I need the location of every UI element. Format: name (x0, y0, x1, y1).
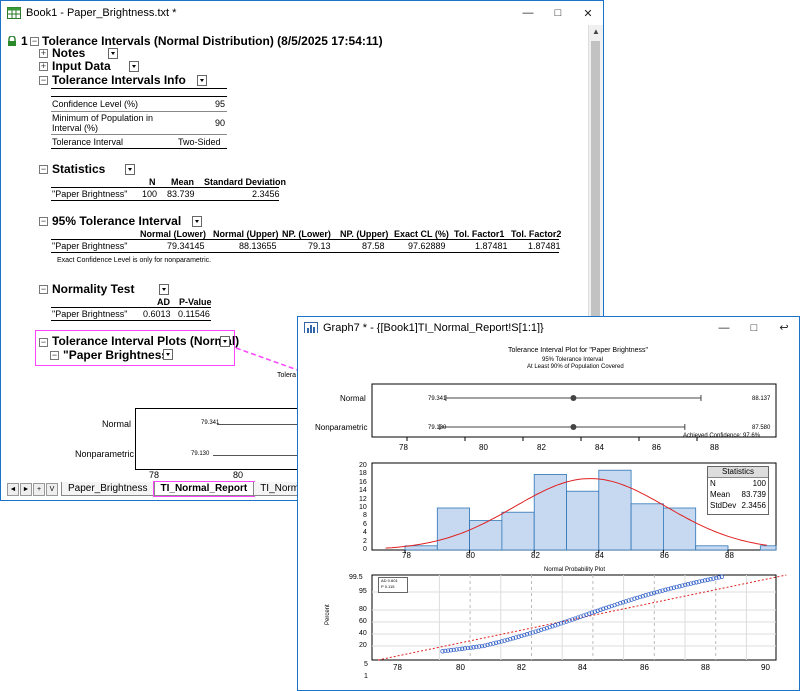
prob-plot-title: Normal Probability Plot (544, 567, 606, 573)
interval-right-label: 87.580 (752, 425, 771, 431)
hist-y-tick: 10 (359, 504, 367, 511)
prob-legend-p: P 0.115 (381, 584, 395, 589)
prob-legend-box[interactable]: AD 0.601 P 0.115 (378, 577, 408, 593)
hist-bar (695, 545, 729, 551)
hist-y-tick: 4 (363, 529, 367, 537)
interval-row-label: Nonparametric (315, 423, 368, 432)
interval-left-label: 79.341 (428, 396, 447, 402)
prob-x-tick: 80 (456, 663, 465, 672)
hist-x-tick: 88 (725, 551, 734, 560)
prob-x-tick: 88 (701, 663, 710, 672)
hist-y-tick: 0 (363, 546, 367, 553)
interval-x-tick: 88 (710, 443, 719, 452)
hist-x-tick: 84 (595, 551, 604, 560)
hist-x-tick: 78 (402, 551, 411, 560)
plot-subtitle-1: 95% Tolerance Interval (542, 357, 603, 363)
prob-x-tick: 90 (761, 663, 770, 672)
interval-x-tick: 86 (652, 443, 661, 452)
hist-bar (436, 507, 470, 551)
hist-bar (533, 473, 567, 551)
hist-bar (759, 545, 777, 551)
prob-x-tick: 84 (578, 663, 587, 672)
prob-y-tick: 20 (359, 642, 367, 649)
hist-x-tick: 86 (660, 551, 669, 560)
interval-left-label: 79.130 (428, 425, 447, 431)
hist-y-tick: 2 (363, 537, 367, 545)
hist-y-tick: 14 (359, 487, 367, 495)
stats-legend-key: StdDev (710, 501, 737, 510)
stats-legend-key: Mean (710, 490, 731, 499)
prob-y-tick: 95 (359, 588, 367, 595)
prob-y-label: Percent (325, 604, 331, 625)
prob-y-tick: 5 (364, 661, 368, 668)
prob-y-tick: 80 (359, 606, 367, 613)
stats-legend-key: N (710, 479, 716, 488)
prob-x-tick: 78 (393, 663, 402, 672)
prob-y-tick: 40 (359, 630, 367, 637)
interval-mean-point (570, 395, 577, 401)
prob-y-tick: 99.5 (349, 574, 363, 581)
hist-y-tick: 12 (359, 495, 367, 503)
prob-x-tick: 86 (640, 663, 649, 672)
interval-mean-point (570, 424, 577, 430)
prob-y-tick: 60 (359, 618, 367, 625)
plot-title: Tolerance Interval Plot for "Paper Brigh… (508, 347, 648, 354)
hist-bar (404, 545, 438, 551)
hist-y-tick: 6 (363, 520, 367, 528)
stats-legend-title: Statistics (708, 467, 768, 478)
interval-x-tick: 84 (595, 443, 604, 452)
hist-x-tick: 82 (531, 551, 540, 560)
hist-bar (469, 520, 503, 551)
prob-legend-ad: AD 0.601 (381, 578, 398, 583)
hist-y-tick: 8 (363, 512, 367, 520)
interval-row-label: Normal (340, 394, 366, 403)
achieved-confidence: Achieved Confidence: 97.6% (683, 433, 761, 439)
stats-legend-value: 83.739 (741, 490, 766, 499)
hist-x-tick: 80 (466, 551, 475, 560)
plot-subtitle-2: At Least 90% of Population Covered (527, 364, 624, 370)
hist-y-tick: 18 (359, 470, 367, 478)
hist-y-tick: 20 (359, 462, 367, 469)
hist-bar (630, 503, 664, 551)
interval-x-tick: 80 (479, 443, 488, 452)
stats-legend-value: 2.3456 (741, 501, 766, 510)
interval-right-label: 88.137 (752, 396, 771, 402)
interval-x-tick: 78 (399, 443, 408, 452)
hist-y-tick: 16 (359, 478, 367, 486)
interval-x-tick: 82 (537, 443, 546, 452)
hist-bar (566, 490, 600, 551)
prob-x-tick: 82 (517, 663, 526, 672)
stats-legend-box[interactable]: Statistics N 100 Mean 83.739 StdDev 2.3456 (707, 466, 769, 515)
prob-y-tick: 1 (364, 673, 368, 680)
hist-bar (501, 511, 535, 551)
stats-legend-value: 100 (752, 479, 766, 488)
